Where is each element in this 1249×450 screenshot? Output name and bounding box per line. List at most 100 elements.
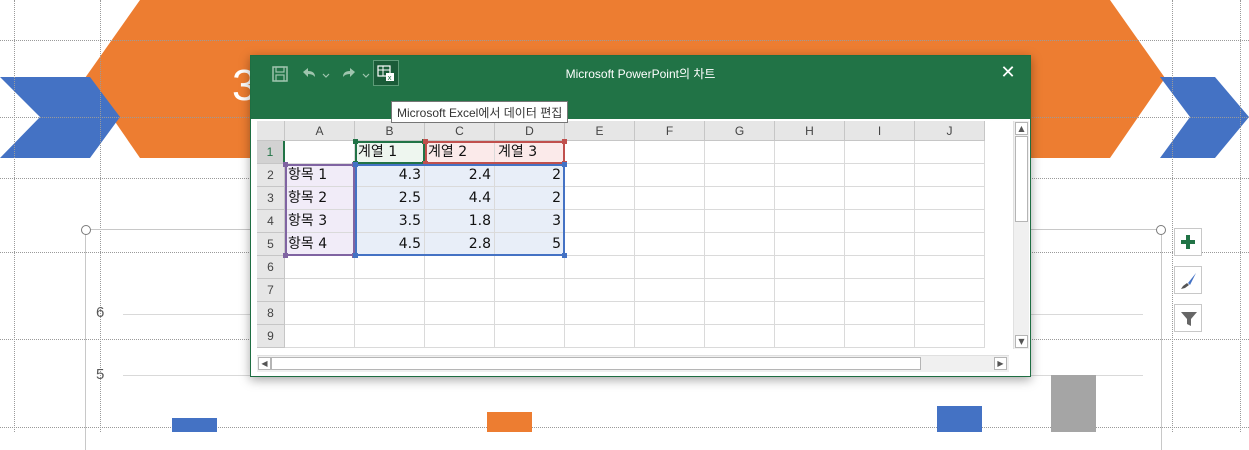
row-header[interactable]: 8 <box>257 302 285 325</box>
table-cell[interactable] <box>355 302 425 325</box>
table-cell[interactable] <box>285 141 355 164</box>
table-cell[interactable] <box>495 302 565 325</box>
table-cell[interactable] <box>775 141 845 164</box>
table-cell[interactable]: 4.3 <box>355 164 425 187</box>
table-cell[interactable] <box>355 325 425 348</box>
table-cell[interactable] <box>565 325 635 348</box>
table-cell[interactable] <box>915 164 985 187</box>
table-cell[interactable] <box>425 325 495 348</box>
table-cell[interactable] <box>915 233 985 256</box>
table-cell[interactable] <box>495 279 565 302</box>
scroll-up-icon[interactable]: ▲ <box>1015 122 1028 135</box>
table-cell[interactable] <box>285 325 355 348</box>
range-handle[interactable] <box>283 162 288 167</box>
table-cell[interactable]: 2 <box>495 164 565 187</box>
row-header[interactable]: 2 <box>257 164 285 187</box>
table-cell[interactable] <box>915 325 985 348</box>
table-cell[interactable]: 항목 4 <box>285 233 355 256</box>
table-cell[interactable] <box>635 210 705 233</box>
table-cell[interactable] <box>425 256 495 279</box>
resize-handle[interactable] <box>81 225 91 235</box>
range-handle[interactable] <box>353 253 358 258</box>
table-cell[interactable] <box>705 141 775 164</box>
scroll-thumb[interactable] <box>271 357 921 370</box>
spreadsheet-grid[interactable]: ▲ ▼ ◀ ▶ A B C D E F G H I J 1 2 3 4 5 6 7 8 9 계열 1 계열 2 계열 3항… <box>251 119 1030 376</box>
range-handle[interactable] <box>423 139 428 144</box>
table-cell[interactable] <box>635 325 705 348</box>
table-cell[interactable]: 3 <box>495 210 565 233</box>
table-cell[interactable]: 항목 2 <box>285 187 355 210</box>
table-cell[interactable] <box>705 325 775 348</box>
table-cell[interactable] <box>775 302 845 325</box>
select-all-corner[interactable] <box>257 121 285 141</box>
column-header[interactable]: D <box>495 121 565 141</box>
table-cell[interactable] <box>915 141 985 164</box>
table-cell[interactable] <box>845 256 915 279</box>
table-cell[interactable] <box>775 279 845 302</box>
scroll-thumb[interactable] <box>1015 136 1028 222</box>
scroll-left-icon[interactable]: ◀ <box>258 357 271 370</box>
table-cell[interactable] <box>565 210 635 233</box>
table-cell[interactable] <box>705 302 775 325</box>
table-cell[interactable] <box>425 302 495 325</box>
column-header[interactable]: E <box>565 121 635 141</box>
window-titlebar[interactable]: x Microsoft PowerPoint의 차트 ✕ <box>251 56 1030 119</box>
table-cell[interactable]: 3.5 <box>355 210 425 233</box>
table-cell[interactable] <box>565 164 635 187</box>
row-header[interactable]: 7 <box>257 279 285 302</box>
table-cell[interactable] <box>775 164 845 187</box>
range-handle[interactable] <box>353 139 358 144</box>
range-handle[interactable] <box>423 161 428 166</box>
column-header[interactable]: G <box>705 121 775 141</box>
table-cell[interactable] <box>915 279 985 302</box>
table-cell[interactable] <box>635 164 705 187</box>
row-header[interactable]: 6 <box>257 256 285 279</box>
table-cell[interactable] <box>915 210 985 233</box>
table-cell[interactable]: 2.4 <box>425 164 495 187</box>
table-cell[interactable] <box>565 302 635 325</box>
chart-bar[interactable] <box>172 417 217 432</box>
resize-handle[interactable] <box>1156 225 1166 235</box>
table-cell[interactable] <box>635 279 705 302</box>
column-header[interactable]: J <box>915 121 985 141</box>
table-cell[interactable]: 5 <box>495 233 565 256</box>
table-cell[interactable] <box>705 187 775 210</box>
table-cell[interactable] <box>775 233 845 256</box>
table-cell[interactable] <box>635 141 705 164</box>
row-header[interactable]: 5 <box>257 233 285 256</box>
table-cell[interactable]: 4.5 <box>355 233 425 256</box>
table-cell[interactable] <box>915 187 985 210</box>
column-header[interactable]: H <box>775 121 845 141</box>
column-header[interactable]: A <box>285 121 355 141</box>
table-cell[interactable] <box>845 187 915 210</box>
scroll-down-icon[interactable]: ▼ <box>1015 335 1028 348</box>
table-cell[interactable] <box>355 256 425 279</box>
row-header[interactable]: 9 <box>257 325 285 348</box>
table-cell[interactable] <box>495 325 565 348</box>
table-cell[interactable] <box>635 302 705 325</box>
table-cell[interactable] <box>845 302 915 325</box>
table-cell[interactable] <box>635 233 705 256</box>
table-cell[interactable]: 계열 1 <box>355 141 425 164</box>
column-header[interactable]: I <box>845 121 915 141</box>
table-cell[interactable] <box>775 210 845 233</box>
row-header[interactable]: 3 <box>257 187 285 210</box>
table-cell[interactable] <box>705 164 775 187</box>
table-cell[interactable]: 2.5 <box>355 187 425 210</box>
table-cell[interactable] <box>845 210 915 233</box>
table-cell[interactable] <box>845 325 915 348</box>
scroll-right-icon[interactable]: ▶ <box>994 357 1007 370</box>
table-cell[interactable] <box>775 187 845 210</box>
row-header[interactable]: 4 <box>257 210 285 233</box>
chart-bar[interactable] <box>487 411 532 432</box>
table-cell[interactable] <box>635 187 705 210</box>
range-handle[interactable] <box>562 253 567 258</box>
chart-elements-button[interactable] <box>1174 228 1202 256</box>
row-header[interactable]: 1 <box>257 141 285 164</box>
table-cell[interactable] <box>495 256 565 279</box>
table-cell[interactable] <box>845 141 915 164</box>
table-cell[interactable] <box>915 256 985 279</box>
table-cell[interactable] <box>565 187 635 210</box>
table-cell[interactable] <box>565 256 635 279</box>
chart-bar[interactable] <box>1051 375 1096 432</box>
